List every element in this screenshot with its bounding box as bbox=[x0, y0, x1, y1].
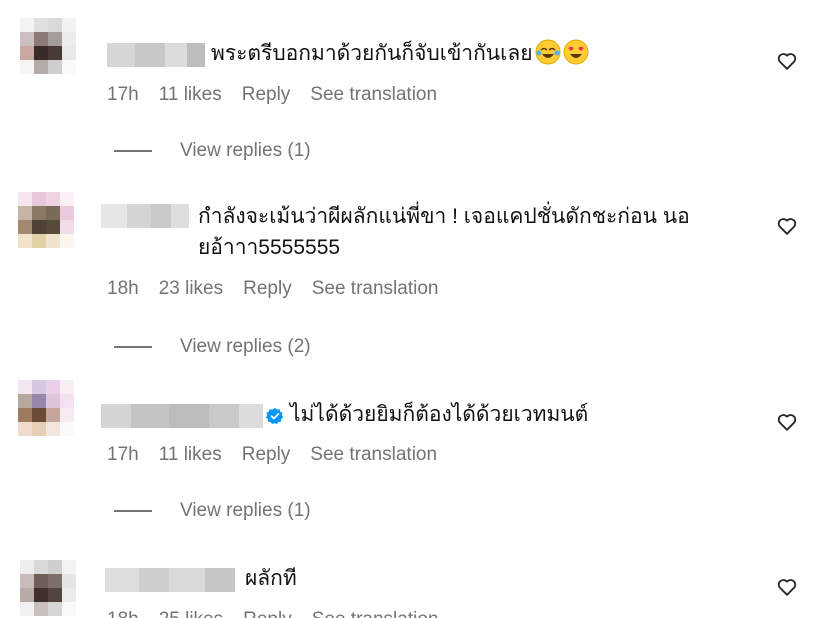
verified-badge-icon bbox=[266, 408, 283, 424]
view-replies-label: View replies (1) bbox=[180, 500, 311, 521]
likes-count[interactable]: 11 likes bbox=[159, 444, 222, 466]
reply-link[interactable]: Reply bbox=[243, 278, 292, 300]
comment-meta: 17h 11 likes Reply See translation bbox=[107, 444, 457, 466]
replies-divider bbox=[114, 510, 152, 512]
comment-item: ผลักที 18h 25 likes Reply See translatio… bbox=[0, 556, 820, 618]
timestamp[interactable]: 17h bbox=[107, 84, 139, 106]
comment-text-line2: ยอ้าาา5555555 bbox=[198, 236, 341, 259]
crying-laughing-emoji bbox=[535, 39, 561, 65]
comment-item: พระตรีบอกมาด้วยกันก็จับเข้ากันเลย 17h 11… bbox=[0, 0, 820, 161]
heart-outline-icon[interactable] bbox=[776, 411, 798, 433]
comment-text-line1: กำลังจะเม้นว่าผีผลักแน่พี่ขา ! เจอแคปชั่… bbox=[198, 205, 690, 228]
heart-outline-icon[interactable] bbox=[776, 576, 798, 598]
see-translation-link[interactable]: See translation bbox=[310, 444, 437, 466]
timestamp[interactable]: 17h bbox=[107, 444, 139, 466]
comment-item: กำลังจะเม้นว่าผีผลักแน่พี่ขา ! เจอแคปชั่… bbox=[0, 190, 820, 357]
username-blurred[interactable] bbox=[107, 43, 205, 67]
replies-divider bbox=[114, 346, 152, 348]
reply-link[interactable]: Reply bbox=[243, 609, 292, 618]
reply-link[interactable]: Reply bbox=[242, 84, 291, 106]
view-replies-button[interactable]: View replies (2) bbox=[114, 336, 311, 358]
heart-eyes-emoji bbox=[563, 39, 589, 65]
comment-meta: 18h 23 likes Reply See translation bbox=[107, 278, 458, 300]
comment-text: ผลักที bbox=[245, 567, 297, 590]
avatar[interactable] bbox=[20, 560, 76, 616]
see-translation-link[interactable]: See translation bbox=[312, 278, 439, 300]
timestamp[interactable]: 18h bbox=[107, 609, 139, 618]
username-blurred[interactable] bbox=[105, 568, 235, 592]
see-translation-link[interactable]: See translation bbox=[310, 84, 437, 106]
see-translation-link[interactable]: See translation bbox=[312, 609, 439, 618]
comment-meta: 17h 11 likes Reply See translation bbox=[107, 84, 457, 106]
reply-link[interactable]: Reply bbox=[242, 444, 291, 466]
replies-divider bbox=[114, 150, 152, 152]
view-replies-label: View replies (1) bbox=[180, 140, 311, 161]
comment-item: ไม่ได้ด้วยยิมก็ต้องได้ด้วยเวทมนต์ 17h 11… bbox=[0, 376, 820, 536]
comment-text: ไม่ได้ด้วยยิมก็ต้องได้ด้วยเวทมนต์ bbox=[290, 403, 589, 426]
likes-count[interactable]: 23 likes bbox=[159, 278, 223, 300]
avatar[interactable] bbox=[18, 380, 74, 436]
avatar[interactable] bbox=[20, 18, 76, 74]
heart-outline-icon[interactable] bbox=[776, 50, 798, 72]
likes-count[interactable]: 25 likes bbox=[159, 609, 223, 618]
username-blurred[interactable] bbox=[101, 404, 263, 428]
timestamp[interactable]: 18h bbox=[107, 278, 139, 300]
avatar[interactable] bbox=[18, 192, 74, 248]
view-replies-label: View replies (2) bbox=[180, 336, 311, 357]
username-blurred[interactable] bbox=[101, 204, 189, 228]
heart-outline-icon[interactable] bbox=[776, 215, 798, 237]
comment-text: พระตรีบอกมาด้วยกันก็จับเข้ากันเลย bbox=[211, 37, 589, 71]
comment-text: ยอ้าาา5555555 bbox=[198, 231, 340, 265]
comment-text: กำลังจะเม้นว่าผีผลักแน่พี่ขา ! เจอแคปชั่… bbox=[198, 200, 690, 234]
likes-count[interactable]: 11 likes bbox=[159, 84, 222, 106]
comment-meta: 18h 25 likes Reply See translation bbox=[107, 609, 458, 618]
view-replies-button[interactable]: View replies (1) bbox=[114, 140, 311, 162]
view-replies-button[interactable]: View replies (1) bbox=[114, 500, 311, 522]
